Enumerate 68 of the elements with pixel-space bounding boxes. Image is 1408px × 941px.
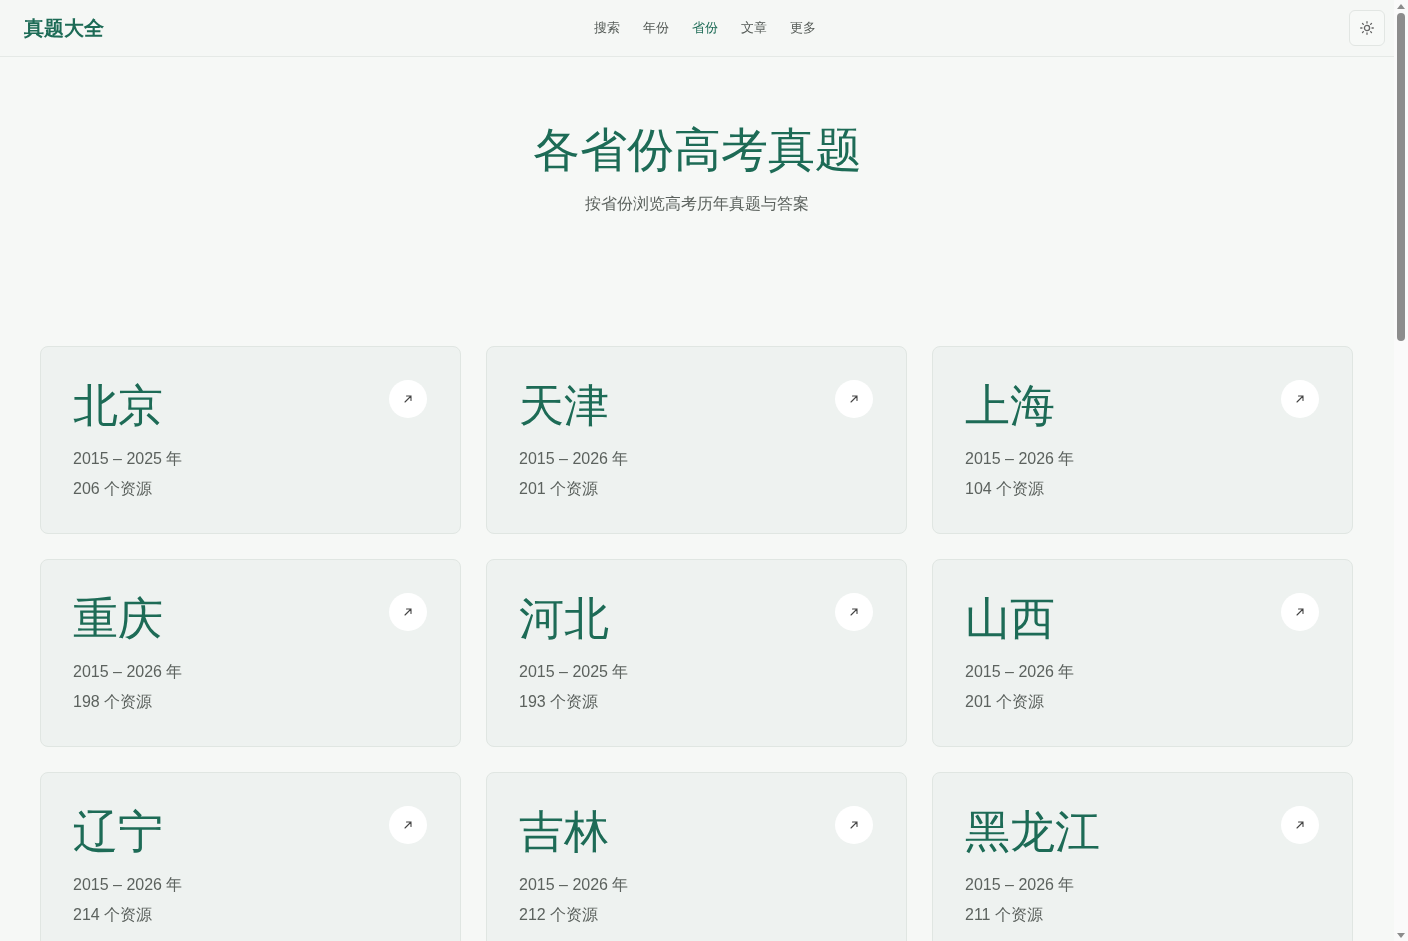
resource-count: 193 个资源 [519, 692, 599, 712]
year-range: 2015 – 2026 年 [73, 662, 183, 682]
open-province-button[interactable] [389, 806, 427, 844]
arrow-icon [1296, 608, 1304, 616]
province-name: 山西 [965, 593, 1055, 645]
nav-link[interactable]: 搜索 [593, 15, 620, 41]
year-range: 2015 – 2026 年 [965, 449, 1075, 469]
nav-link[interactable]: 更多 [789, 15, 816, 41]
province-card[interactable]: 天津 2015 – 2026 年 201 个资源 [486, 346, 907, 534]
arrow-icon [404, 395, 412, 403]
arrow-icon [1296, 821, 1304, 829]
nav-link[interactable]: 文章 [740, 15, 767, 41]
year-range: 2015 – 2026 年 [519, 449, 629, 469]
arrow-icon [1296, 395, 1304, 403]
province-card[interactable]: 山西 2015 – 2026 年 201 个资源 [932, 559, 1353, 747]
province-name: 辽宁 [73, 806, 163, 858]
province-name: 吉林 [519, 806, 609, 858]
province-name: 天津 [519, 380, 609, 432]
open-province-button[interactable] [1281, 593, 1319, 631]
page-title: 各省份高考真题 [532, 122, 862, 178]
resource-count: 104 个资源 [965, 479, 1045, 499]
resource-count: 206 个资源 [73, 479, 153, 499]
year-range: 2015 – 2025 年 [73, 449, 183, 469]
province-name: 重庆 [73, 593, 163, 645]
resource-count: 214 个资源 [73, 905, 153, 925]
open-province-button[interactable] [1281, 380, 1319, 418]
theme-toggle-button[interactable] [1349, 10, 1385, 46]
year-range: 2015 – 2026 年 [965, 662, 1075, 682]
open-province-button[interactable] [389, 380, 427, 418]
page-subtitle: 按省份浏览高考历年真题与答案 [585, 195, 809, 213]
province-card[interactable]: 北京 2015 – 2025 年 206 个资源 [40, 346, 461, 534]
province-name: 上海 [965, 380, 1055, 432]
open-province-button[interactable] [835, 806, 873, 844]
resource-count: 211 个资源 [965, 905, 1043, 925]
province-card[interactable]: 黑龙江 2015 – 2026 年 211 个资源 [932, 772, 1353, 941]
province-name: 黑龙江 [965, 806, 1100, 858]
resource-count: 198 个资源 [73, 692, 153, 712]
province-card[interactable]: 河北 2015 – 2025 年 193 个资源 [486, 559, 907, 747]
open-province-button[interactable] [1281, 806, 1319, 844]
year-range: 2015 – 2026 年 [519, 875, 629, 895]
sun-icon [1360, 21, 1374, 35]
year-range: 2015 – 2025 年 [519, 662, 629, 682]
arrow-icon [850, 395, 858, 403]
scrollbar-thumb[interactable] [1397, 13, 1405, 341]
arrow-icon [404, 608, 412, 616]
province-card[interactable]: 上海 2015 – 2026 年 104 个资源 [932, 346, 1353, 534]
scroll-down-icon[interactable] [1397, 933, 1405, 938]
year-range: 2015 – 2026 年 [965, 875, 1075, 895]
resource-count: 201 个资源 [965, 692, 1045, 712]
nav-link[interactable]: 年份 [642, 15, 669, 41]
arrow-icon [850, 821, 858, 829]
open-province-button[interactable] [389, 593, 427, 631]
nav-link[interactable]: 省份 [691, 15, 718, 41]
arrow-icon [850, 608, 858, 616]
open-province-button[interactable] [835, 593, 873, 631]
province-name: 河北 [519, 593, 609, 645]
province-card[interactable]: 辽宁 2015 – 2026 年 214 个资源 [40, 772, 461, 941]
resource-count: 201 个资源 [519, 479, 599, 499]
arrow-icon [404, 821, 412, 829]
site-logo[interactable]: 真题大全 [24, 14, 104, 42]
scrollbar[interactable] [1394, 0, 1408, 941]
open-province-button[interactable] [835, 380, 873, 418]
year-range: 2015 – 2026 年 [73, 875, 183, 895]
province-card[interactable]: 重庆 2015 – 2026 年 198 个资源 [40, 559, 461, 747]
province-card[interactable]: 吉林 2015 – 2026 年 212 个资源 [486, 772, 907, 941]
province-name: 北京 [73, 380, 163, 432]
resource-count: 212 个资源 [519, 905, 599, 925]
scroll-up-icon[interactable] [1397, 4, 1405, 9]
